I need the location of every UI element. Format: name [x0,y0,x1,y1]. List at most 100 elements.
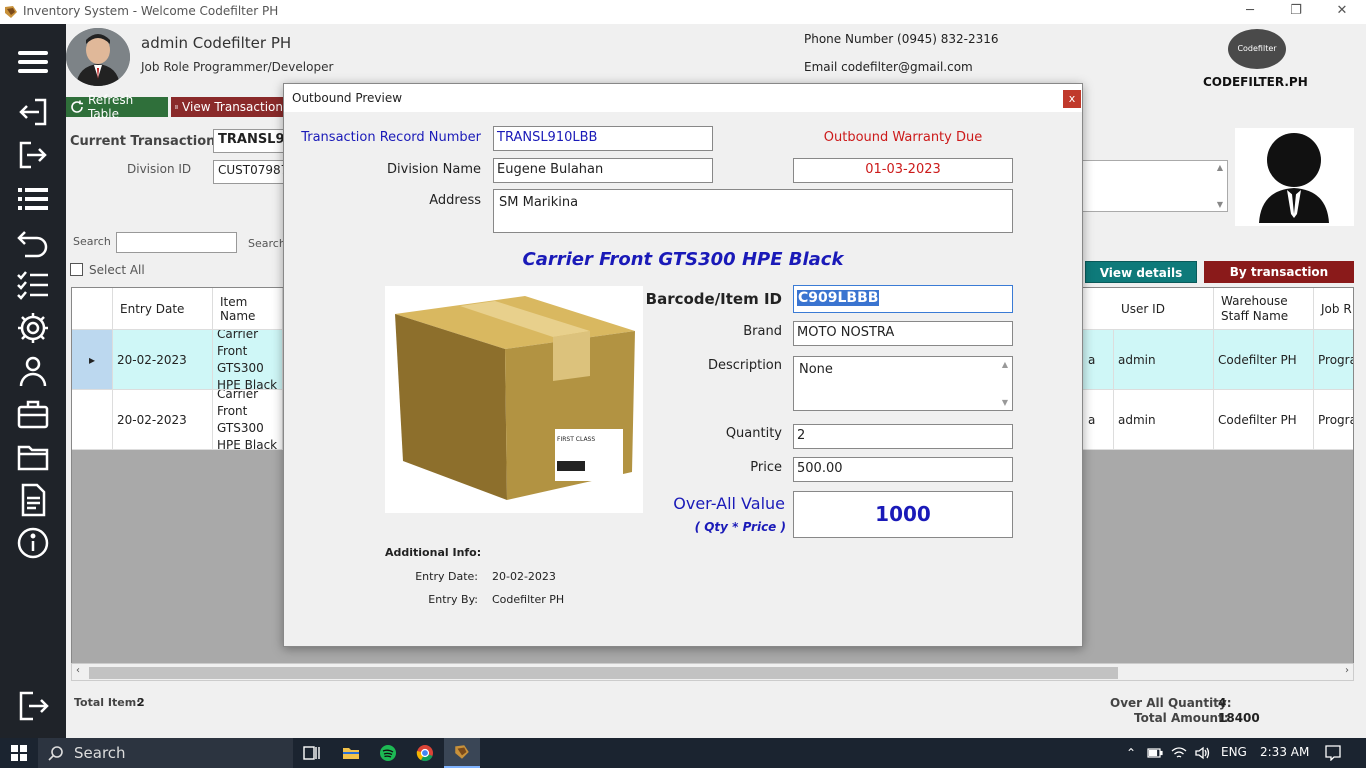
partial-cell: a [1084,330,1114,389]
clock[interactable]: 2:33 AM [1260,745,1309,759]
view-transaction-button[interactable]: View Transaction [171,97,283,117]
dialog-titlebar[interactable]: Outbound Preview x [284,84,1082,112]
menu-icon[interactable] [12,44,54,80]
inventory-app-icon[interactable] [444,738,480,768]
division-id-field[interactable]: CUST07987 [213,160,288,184]
spotify-icon[interactable] [373,738,403,768]
search-label: Search [73,235,111,248]
division-name-label: Division Name [387,162,481,177]
scroll-down-icon[interactable]: ▼ [1002,398,1008,407]
view-transaction-label: View Transaction [182,100,283,114]
chevron-up-icon[interactable]: ⌃ [1122,738,1140,768]
folder-icon[interactable] [12,439,54,475]
language-indicator[interactable]: ENG [1221,745,1247,759]
transaction-record-label: Transaction Record Number [301,130,481,145]
description-label: Description [707,358,782,373]
entry-date-value: 20-02-2023 [492,570,556,583]
avatar [66,28,130,86]
dialog-close-button[interactable]: x [1063,90,1081,108]
barcode-value: C909LBBB [797,290,880,306]
current-transaction-field[interactable]: TRANSL910 [213,129,288,153]
user-id-cell: admin [1114,390,1214,449]
list-icon[interactable] [12,181,54,217]
quantity-field[interactable]: 2 [793,424,1013,449]
search-icon [48,746,63,761]
login-icon[interactable] [12,94,54,130]
column-user-id[interactable]: User ID [1114,288,1214,329]
volume-icon[interactable] [1194,738,1212,768]
select-all-checkbox[interactable] [70,263,83,276]
notification-icon[interactable] [1322,738,1344,768]
scrollbar-thumb[interactable] [89,667,1118,679]
scroll-left-icon[interactable]: ‹ [76,665,80,676]
product-image: FIRST CLASS [385,286,643,513]
brand-field[interactable]: MOTO NOSTRA [793,321,1013,346]
scroll-up-icon[interactable]: ▲ [1217,163,1223,172]
barcode-field[interactable]: C909LBBB [793,285,1013,313]
row-header-cell [72,288,113,329]
email: Email codefilter@gmail.com [804,60,973,74]
column-item-name[interactable]: Item Name [213,288,283,329]
additional-info-label: Additional Info: [385,546,482,559]
entry-by-value: Codefilter PH [492,593,565,606]
minimize-button[interactable]: ─ [1227,0,1273,24]
product-title: Carrier Front GTS300 HPE Black [522,249,844,270]
column-entry-date[interactable]: Entry Date [113,288,213,329]
box-label: FIRST CLASS [557,436,595,443]
briefcase-icon[interactable] [12,396,54,432]
exit-icon[interactable] [12,688,54,724]
windows-start-icon[interactable] [0,738,38,768]
row-selector[interactable] [72,390,113,449]
horizontal-scrollbar[interactable]: ‹ › [71,663,1354,681]
chrome-icon[interactable] [410,738,440,768]
warranty-date-field[interactable]: 01-03-2023 [793,158,1013,183]
price-label: Price [750,460,782,475]
price-field[interactable]: 500.00 [793,457,1013,482]
memo-field[interactable]: ▲ ▼ [1082,160,1228,212]
taskbar-search[interactable]: Search [38,738,293,768]
checklist-icon[interactable] [12,267,54,303]
outbound-preview-dialog: Outbound Preview x Transaction Record Nu… [283,83,1083,647]
select-all-label: Select All [89,263,145,277]
description-field[interactable]: None ▲ ▼ [793,356,1013,411]
division-name-field[interactable]: Eugene Bulahan [493,158,713,183]
view-details-button[interactable]: View details [1085,261,1197,283]
user-icon[interactable] [12,353,54,389]
column-warehouse-staff[interactable]: Warehouse Staff Name [1214,288,1314,329]
gear-icon[interactable] [12,310,54,346]
user-id-cell: admin [1114,330,1214,389]
file-explorer-icon[interactable] [336,738,366,768]
entry-date-cell: 20-02-2023 [113,390,213,449]
task-view-icon[interactable] [297,738,327,768]
overall-value-label: Over-All Value [673,494,785,513]
info-icon[interactable] [12,525,54,561]
user-name: admin Codefilter PH [141,34,292,52]
total-item-value: 2 [137,696,145,709]
scroll-up-icon[interactable]: ▲ [1002,360,1008,369]
title-bar: Inventory System - Welcome Codefilter PH… [0,0,1366,24]
total-amount-value: 18400 [1218,711,1260,725]
item-name-cell: Carrier Front GTS300 HPE Black [213,390,283,449]
outbound-warranty-label: Outbound Warranty Due [823,130,983,145]
scroll-down-icon[interactable]: ▼ [1217,200,1223,209]
row-selector-icon[interactable]: ▸ [72,330,113,389]
overall-value-field: 1000 [793,491,1013,538]
battery-icon[interactable] [1146,738,1164,768]
address-field[interactable]: SM Marikina [493,189,1013,233]
refresh-icon [71,100,83,113]
close-window-button[interactable]: ✕ [1319,0,1365,24]
document-icon[interactable] [12,482,54,518]
taskbar: Search ⌃ ENG 2:33 AM [0,738,1366,768]
column-job-role[interactable]: Job R [1314,288,1353,329]
by-transaction-deletion-button[interactable]: By transaction deletion [1204,261,1354,301]
job-cell: Progra [1314,390,1353,449]
taskbar-search-label: Search [74,744,126,762]
refresh-table-button[interactable]: Refresh Table [66,93,168,121]
search-input[interactable] [116,232,237,253]
transaction-record-field[interactable]: TRANSL910LBB [493,126,713,151]
maximize-button[interactable]: ❐ [1273,0,1319,24]
scroll-right-icon[interactable]: › [1345,665,1349,676]
undo-icon[interactable] [12,224,54,260]
wifi-icon[interactable] [1170,738,1188,768]
logout-arrow-icon[interactable] [12,137,54,173]
